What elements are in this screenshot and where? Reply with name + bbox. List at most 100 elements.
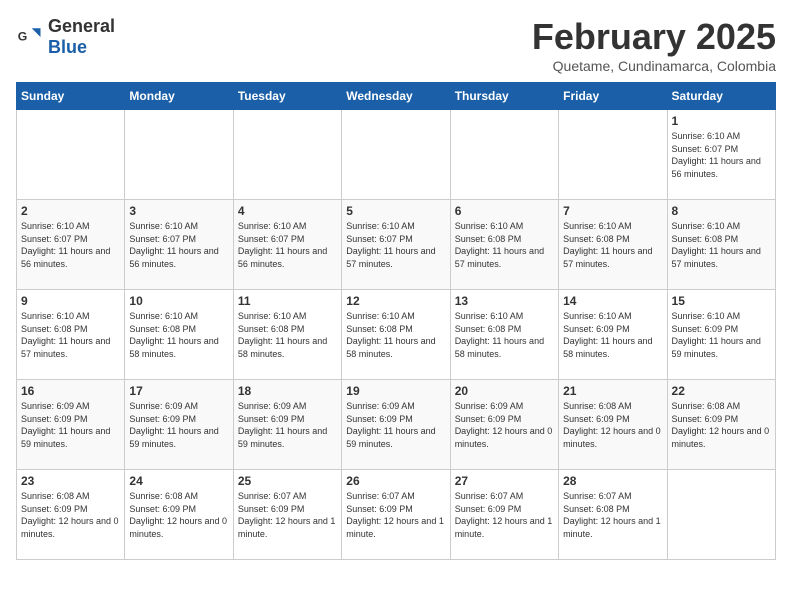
table-row: 1 Sunrise: 6:10 AM Sunset: 6:07 PM Daylig… — [667, 110, 775, 200]
day-number: 8 — [672, 204, 771, 218]
day-info: Sunrise: 6:09 AM Sunset: 6:09 PM Dayligh… — [238, 400, 337, 450]
saturday-header: Saturday — [667, 83, 775, 110]
day-info: Sunrise: 6:10 AM Sunset: 6:08 PM Dayligh… — [563, 220, 662, 270]
table-row: 5 Sunrise: 6:10 AM Sunset: 6:07 PM Daylig… — [342, 200, 450, 290]
day-info: Sunrise: 6:10 AM Sunset: 6:09 PM Dayligh… — [672, 310, 771, 360]
day-number: 26 — [346, 474, 445, 488]
table-row: 24 Sunrise: 6:08 AM Sunset: 6:09 PM Dayli… — [125, 470, 233, 560]
day-info: Sunrise: 6:10 AM Sunset: 6:08 PM Dayligh… — [672, 220, 771, 270]
day-info: Sunrise: 6:10 AM Sunset: 6:09 PM Dayligh… — [563, 310, 662, 360]
month-year: February 2025 — [532, 16, 776, 58]
day-info: Sunrise: 6:08 AM Sunset: 6:09 PM Dayligh… — [21, 490, 120, 540]
table-row: 6 Sunrise: 6:10 AM Sunset: 6:08 PM Daylig… — [450, 200, 558, 290]
table-row: 9 Sunrise: 6:10 AM Sunset: 6:08 PM Daylig… — [17, 290, 125, 380]
day-number: 15 — [672, 294, 771, 308]
day-number: 9 — [21, 294, 120, 308]
day-info: Sunrise: 6:10 AM Sunset: 6:07 PM Dayligh… — [346, 220, 445, 270]
table-row: 17 Sunrise: 6:09 AM Sunset: 6:09 PM Dayli… — [125, 380, 233, 470]
day-number: 7 — [563, 204, 662, 218]
day-info: Sunrise: 6:08 AM Sunset: 6:09 PM Dayligh… — [129, 490, 228, 540]
days-header-row: Sunday Monday Tuesday Wednesday Thursday… — [17, 83, 776, 110]
table-row: 15 Sunrise: 6:10 AM Sunset: 6:09 PM Dayli… — [667, 290, 775, 380]
day-number: 21 — [563, 384, 662, 398]
day-info: Sunrise: 6:10 AM Sunset: 6:07 PM Dayligh… — [129, 220, 228, 270]
table-row: 13 Sunrise: 6:10 AM Sunset: 6:08 PM Dayli… — [450, 290, 558, 380]
table-row: 23 Sunrise: 6:08 AM Sunset: 6:09 PM Dayli… — [17, 470, 125, 560]
table-row: 27Sunrise: 6:07 AM Sunset: 6:09 PM Dayli… — [450, 470, 558, 560]
table-row: 2 Sunrise: 6:10 AM Sunset: 6:07 PM Daylig… — [17, 200, 125, 290]
day-number: 2 — [21, 204, 120, 218]
day-number: 6 — [455, 204, 554, 218]
day-number: 1 — [672, 114, 771, 128]
day-info: Sunrise: 6:10 AM Sunset: 6:07 PM Dayligh… — [672, 130, 771, 180]
monday-header: Monday — [125, 83, 233, 110]
day-number: 22 — [672, 384, 771, 398]
day-info: Sunrise: 6:09 AM Sunset: 6:09 PM Dayligh… — [21, 400, 120, 450]
day-number: 16 — [21, 384, 120, 398]
table-row: 7 Sunrise: 6:10 AM Sunset: 6:08 PM Daylig… — [559, 200, 667, 290]
table-row: 20 Sunrise: 6:09 AM Sunset: 6:09 PM Dayli… — [450, 380, 558, 470]
day-number: 20 — [455, 384, 554, 398]
table-row: 26Sunrise: 6:07 AM Sunset: 6:09 PM Dayli… — [342, 470, 450, 560]
day-info: Sunrise: 6:10 AM Sunset: 6:08 PM Dayligh… — [455, 220, 554, 270]
table-row: 19Sunrise: 6:09 AM Sunset: 6:09 PM Dayli… — [342, 380, 450, 470]
logo: G General Blue — [16, 16, 115, 58]
day-number: 12 — [346, 294, 445, 308]
day-info: Sunrise: 6:10 AM Sunset: 6:08 PM Dayligh… — [21, 310, 120, 360]
day-number: 14 — [563, 294, 662, 308]
table-row — [17, 110, 125, 200]
sunday-header: Sunday — [17, 83, 125, 110]
location: Quetame, Cundinamarca, Colombia — [532, 58, 776, 74]
table-row: 14 Sunrise: 6:10 AM Sunset: 6:09 PM Dayli… — [559, 290, 667, 380]
table-row — [559, 110, 667, 200]
day-info: Sunrise: 6:07 AM Sunset: 6:09 PM Dayligh… — [238, 490, 337, 540]
day-info: Sunrise: 6:10 AM Sunset: 6:07 PM Dayligh… — [21, 220, 120, 270]
logo-general-text: General — [48, 16, 115, 36]
day-info: Sunrise: 6:10 AM Sunset: 6:08 PM Dayligh… — [129, 310, 228, 360]
day-info: Sunrise: 6:07 AM Sunset: 6:08 PM Dayligh… — [563, 490, 662, 540]
day-number: 11 — [238, 294, 337, 308]
day-number: 23 — [21, 474, 120, 488]
friday-header: Friday — [559, 83, 667, 110]
table-row: 22 Sunrise: 6:08 AM Sunset: 6:09 PM Dayli… — [667, 380, 775, 470]
day-info: Sunrise: 6:09 AM Sunset: 6:09 PM Dayligh… — [346, 400, 445, 450]
day-info: Sunrise: 6:09 AM Sunset: 6:09 PM Dayligh… — [129, 400, 228, 450]
table-row: 18 Sunrise: 6:09 AM Sunset: 6:09 PM Dayli… — [233, 380, 341, 470]
day-number: 17 — [129, 384, 228, 398]
table-row: 4Sunrise: 6:10 AM Sunset: 6:07 PM Daylig… — [233, 200, 341, 290]
wednesday-header: Wednesday — [342, 83, 450, 110]
day-number: 18 — [238, 384, 337, 398]
svg-text:G: G — [18, 30, 28, 44]
day-number: 25 — [238, 474, 337, 488]
calendar-week-3: 16 Sunrise: 6:09 AM Sunset: 6:09 PM Dayli… — [17, 380, 776, 470]
day-number: 24 — [129, 474, 228, 488]
day-info: Sunrise: 6:09 AM Sunset: 6:09 PM Dayligh… — [455, 400, 554, 450]
thursday-header: Thursday — [450, 83, 558, 110]
table-row — [667, 470, 775, 560]
tuesday-header: Tuesday — [233, 83, 341, 110]
calendar-week-1: 2 Sunrise: 6:10 AM Sunset: 6:07 PM Daylig… — [17, 200, 776, 290]
calendar-week-4: 23 Sunrise: 6:08 AM Sunset: 6:09 PM Dayli… — [17, 470, 776, 560]
day-number: 28 — [563, 474, 662, 488]
day-info: Sunrise: 6:08 AM Sunset: 6:09 PM Dayligh… — [563, 400, 662, 450]
calendar-body: 1 Sunrise: 6:10 AM Sunset: 6:07 PM Daylig… — [17, 110, 776, 560]
logo-blue-text: Blue — [48, 37, 87, 57]
title-area: February 2025 Quetame, Cundinamarca, Col… — [532, 16, 776, 74]
table-row — [233, 110, 341, 200]
day-number: 4 — [238, 204, 337, 218]
table-row: 21 Sunrise: 6:08 AM Sunset: 6:09 PM Dayli… — [559, 380, 667, 470]
calendar-week-2: 9 Sunrise: 6:10 AM Sunset: 6:08 PM Daylig… — [17, 290, 776, 380]
table-row — [125, 110, 233, 200]
day-number: 13 — [455, 294, 554, 308]
table-row: 8 Sunrise: 6:10 AM Sunset: 6:08 PM Daylig… — [667, 200, 775, 290]
table-row: 12Sunrise: 6:10 AM Sunset: 6:08 PM Dayli… — [342, 290, 450, 380]
day-info: Sunrise: 6:08 AM Sunset: 6:09 PM Dayligh… — [672, 400, 771, 450]
day-number: 5 — [346, 204, 445, 218]
table-row: 16 Sunrise: 6:09 AM Sunset: 6:09 PM Dayli… — [17, 380, 125, 470]
table-row: 28 Sunrise: 6:07 AM Sunset: 6:08 PM Dayli… — [559, 470, 667, 560]
day-info: Sunrise: 6:10 AM Sunset: 6:08 PM Dayligh… — [455, 310, 554, 360]
table-row — [450, 110, 558, 200]
calendar-table: Sunday Monday Tuesday Wednesday Thursday… — [16, 82, 776, 560]
header: G General Blue February 2025 Quetame, Cu… — [16, 16, 776, 74]
table-row: 25 Sunrise: 6:07 AM Sunset: 6:09 PM Dayli… — [233, 470, 341, 560]
